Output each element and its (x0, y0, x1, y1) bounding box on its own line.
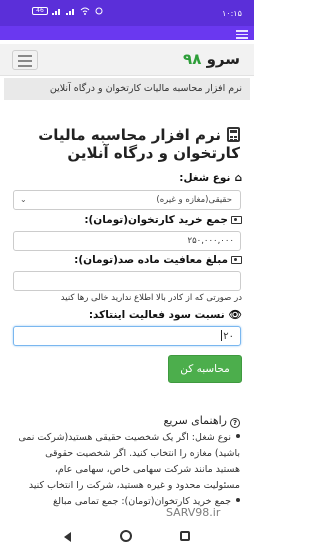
home-button-icon[interactable] (120, 530, 132, 542)
profit-ratio-label: 👁نسبت سود فعالیت اینتاکد: (89, 308, 242, 321)
status-icons: 46 (32, 7, 104, 15)
calculator-icon (227, 127, 240, 142)
system-nav-bar (0, 524, 254, 550)
eye-icon: 👁 (228, 309, 242, 321)
exemption-hint: در صورتی که از کادر بالا اطلاع ندارید خا… (60, 293, 242, 303)
job-type-label: ⌂نوع شغل: (179, 172, 242, 184)
brand-number: ۹۸ (183, 50, 202, 68)
quick-guide-title-text: راهنمای سریع (163, 414, 227, 427)
quick-guide-list: نوع شغل: اگر یک شخصیت حقیقی هستید(شرکت ن… (18, 430, 240, 510)
money-icon-2 (231, 256, 242, 264)
money-icon (231, 216, 242, 224)
hamburger-menu-button[interactable] (12, 50, 38, 70)
wifi-icon (80, 7, 90, 15)
job-type-label-text: نوع شغل: (179, 172, 231, 184)
calculate-button[interactable]: محاسبه کن (168, 355, 242, 383)
form-title-text: نرم افزار محاسبه مالیات کارتخوان و درگاه… (38, 126, 240, 162)
guide-item-job-type-text: نوع شغل: اگر یک شخصیت حقیقی هستید(شرکت ن… (18, 432, 240, 491)
top-app-bar (0, 26, 254, 40)
bullet-icon (236, 434, 240, 438)
profit-ratio-text: ۲۰ (223, 331, 234, 342)
page-subtitle-band: نرم افزار محاسبه مالیات کارتخوان و درگاه… (4, 78, 250, 100)
purchase-total-label: جمع خرید کارتخوان(تومان): (84, 214, 242, 226)
guide-item-job-type: نوع شغل: اگر یک شخصیت حقیقی هستید(شرکت ن… (18, 430, 240, 494)
form-title: نرم افزار محاسبه مالیات کارتخوان و درگاه… (20, 126, 240, 162)
exemption-label-text: مبلغ معافیت ماده صد(تومان): (74, 254, 228, 266)
page-subtitle: نرم افزار محاسبه مالیات کارتخوان و درگاه… (49, 83, 242, 94)
profit-ratio-value: ۲۰ (221, 330, 234, 342)
signal-icon (52, 9, 60, 15)
back-icon[interactable] (64, 532, 71, 542)
bullet-icon-2 (236, 498, 240, 502)
quick-guide-title: ?راهنمای سریع (163, 414, 240, 428)
purchase-total-input[interactable]: ۲۵۰,۰۰۰,۰۰۰ (13, 231, 241, 251)
site-watermark: SARV98.ir (166, 506, 221, 519)
alarm-icon (95, 7, 103, 15)
overflow-menu-icon[interactable] (236, 28, 248, 39)
signal-icon-2 (66, 9, 74, 15)
status-time: ۱۰:۱۵ (222, 9, 242, 18)
site-navbar: سرو ۹۸ (0, 44, 254, 76)
status-bar: 46 ۱۰:۱۵ (0, 0, 254, 26)
job-type-select[interactable]: حقیقی(مغازه و غیره) ⌄ (13, 190, 241, 210)
battery-icon: 46 (32, 7, 48, 15)
brand-logo[interactable]: سرو ۹۸ (183, 50, 240, 68)
purchase-total-value: ۲۵۰,۰۰۰,۰۰۰ (187, 236, 235, 246)
profit-ratio-label-text: نسبت سود فعالیت اینتاکد: (88, 309, 225, 321)
exemption-label: مبلغ معافیت ماده صد(تومان): (74, 254, 242, 266)
job-type-selected: حقیقی(مغازه و غیره) (156, 195, 232, 205)
question-circle-icon: ? (230, 418, 240, 428)
exemption-input[interactable] (13, 271, 241, 291)
recent-apps-icon[interactable] (180, 531, 190, 541)
profit-ratio-input[interactable]: ۲۰ (13, 326, 241, 346)
purchase-total-label-text: جمع خرید کارتخوان(تومان): (84, 214, 228, 226)
home-icon: ⌂ (234, 172, 242, 184)
brand-name: سرو (206, 50, 240, 68)
chevron-down-icon: ⌄ (20, 195, 27, 204)
